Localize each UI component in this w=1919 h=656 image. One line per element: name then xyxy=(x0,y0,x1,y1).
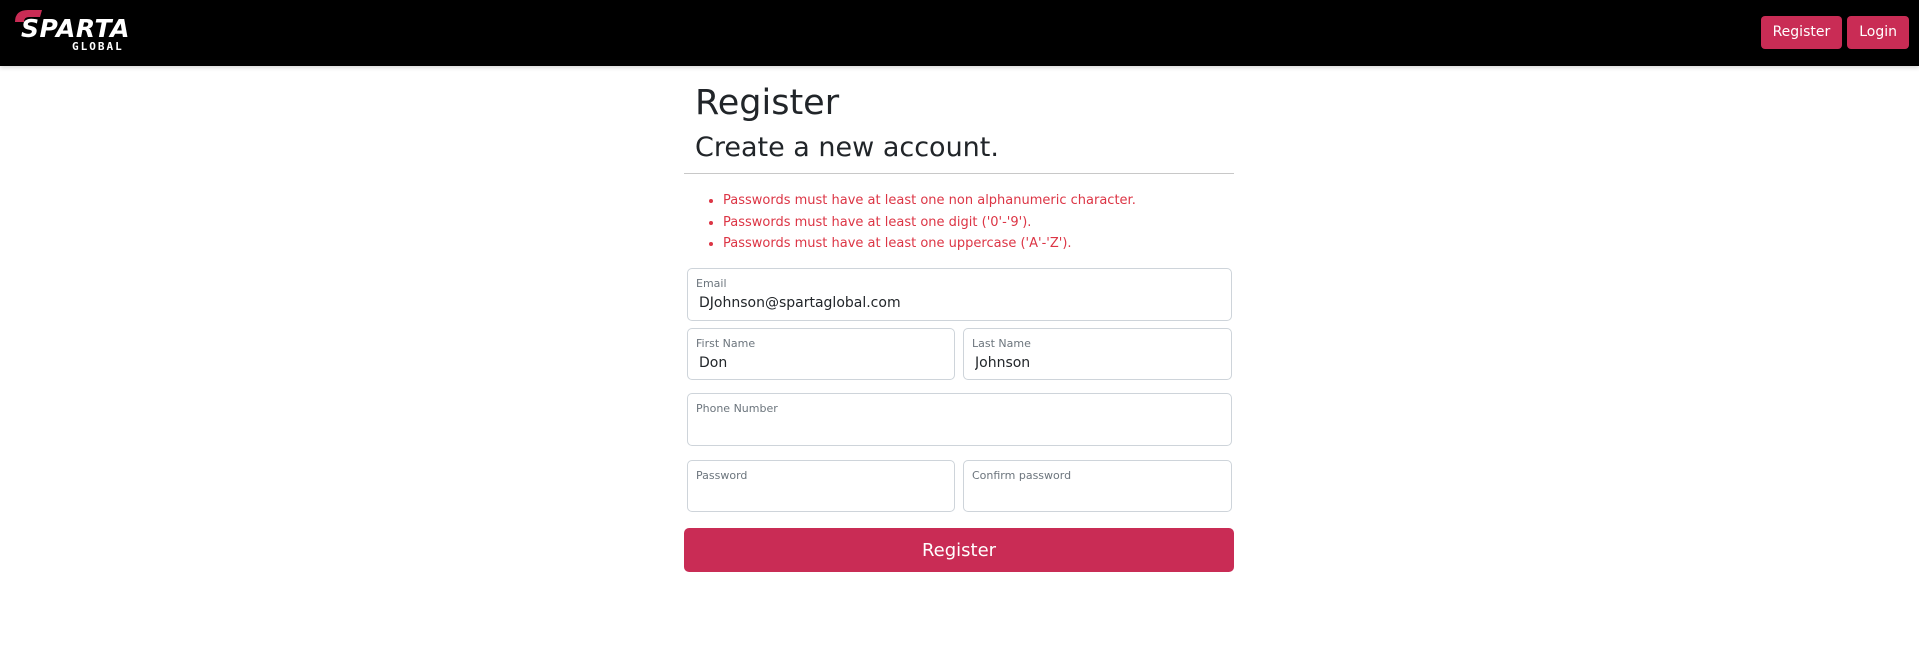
confirm-password-field[interactable]: Confirm password xyxy=(963,460,1232,512)
register-submit-button[interactable]: Register xyxy=(684,528,1234,572)
confirm-password-label: Confirm password xyxy=(972,469,1072,482)
email-field[interactable]: Email xyxy=(687,268,1232,321)
first-name-label: First Name xyxy=(696,337,756,350)
page-title: Register xyxy=(695,83,840,123)
first-name-field[interactable]: First Name xyxy=(687,328,955,380)
top-navbar: SPARTA GLOBAL Register Login xyxy=(0,0,1919,66)
logo-wordmark: SPARTA xyxy=(21,14,130,43)
page-subtitle: Create a new account. xyxy=(695,132,999,163)
divider xyxy=(684,173,1234,174)
last-name-input[interactable] xyxy=(975,355,1222,371)
phone-number-input[interactable] xyxy=(699,420,1222,436)
password-input[interactable] xyxy=(699,487,945,503)
phone-number-field[interactable]: Phone Number xyxy=(687,393,1232,446)
confirm-password-input[interactable] xyxy=(975,487,1222,503)
validation-errors: Passwords must have at least one non alp… xyxy=(684,190,1136,255)
password-label: Password xyxy=(696,469,748,482)
nav-login-button[interactable]: Login xyxy=(1847,16,1909,49)
phone-number-label: Phone Number xyxy=(696,402,778,415)
nav-actions: Register Login xyxy=(1760,16,1909,49)
first-name-input[interactable] xyxy=(699,355,945,371)
error-item: Passwords must have at least one digit (… xyxy=(723,212,1136,234)
last-name-label: Last Name xyxy=(972,337,1031,350)
email-label: Email xyxy=(696,277,727,290)
nav-register-button[interactable]: Register xyxy=(1760,16,1843,49)
last-name-field[interactable]: Last Name xyxy=(963,328,1232,380)
logo-subtext: GLOBAL xyxy=(72,40,124,53)
error-item: Passwords must have at least one non alp… xyxy=(723,190,1136,212)
sparta-global-logo[interactable]: SPARTA GLOBAL xyxy=(12,8,137,54)
password-field[interactable]: Password xyxy=(687,460,955,512)
error-item: Passwords must have at least one upperca… xyxy=(723,233,1136,255)
email-input[interactable] xyxy=(699,295,1222,311)
